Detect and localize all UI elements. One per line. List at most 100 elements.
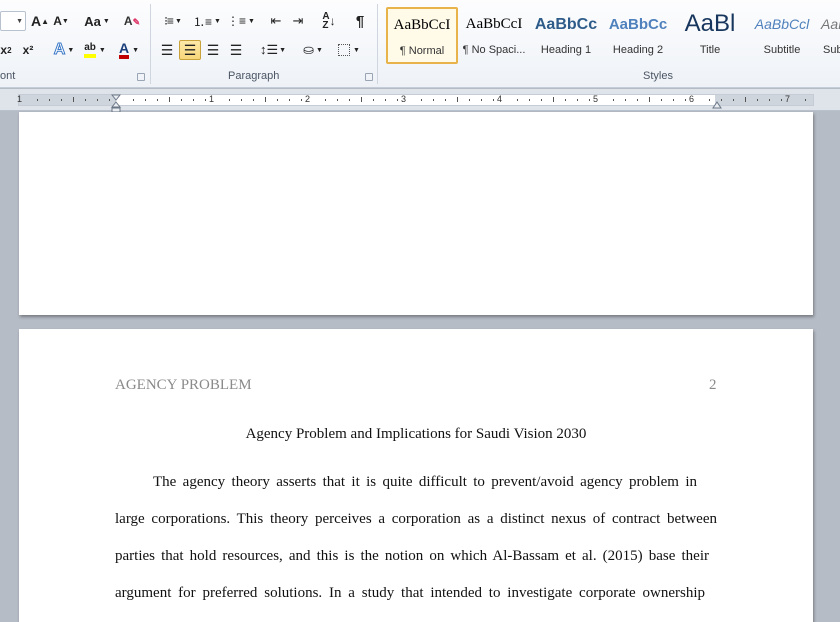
ribbon: ▼ A▲ A▼ Aa▼ A✎ x2 x² A ▼ ab ▼ A ▼ ont: [0, 0, 840, 88]
change-case-button[interactable]: Aa ▼: [82, 11, 112, 31]
ruler-tick: [85, 99, 86, 101]
text-effects-icon: A: [53, 41, 66, 59]
ruler-tick: [529, 99, 530, 101]
multilevel-list-button[interactable]: ⋮≡ ▼: [226, 11, 256, 31]
horizontal-ruler[interactable]: 1 1 2 3 4 5 6 7: [0, 89, 840, 113]
ruler-number: 1: [17, 94, 23, 104]
ruler-tick: [37, 99, 38, 101]
ruler-tick: [109, 99, 110, 101]
style-name: Subtitle: [763, 44, 801, 56]
ruler-tick: [265, 97, 266, 102]
ruler-tick: [157, 99, 158, 101]
document-page-1[interactable]: [19, 112, 813, 315]
ruler-tick: [493, 99, 494, 101]
ruler-tick: [781, 99, 782, 101]
style-name: ¶ No Spaci...: [462, 44, 526, 56]
ruler-track: 1 1 2 3 4 5 6 7: [17, 94, 814, 113]
ruler-number: 2: [305, 94, 311, 104]
align-right-button[interactable]: ☰: [203, 40, 223, 60]
justify-button[interactable]: ☰: [226, 40, 246, 60]
ruler-tick: [241, 99, 242, 101]
style-heading-2[interactable]: AaBbCc Heading 2: [602, 7, 674, 64]
ruler-tick: [325, 99, 326, 101]
bullets-button[interactable]: ⁝≡ ▼: [158, 11, 188, 31]
align-center-button[interactable]: ☰: [179, 40, 201, 60]
ruler-number: 4: [497, 94, 503, 104]
grow-font-button[interactable]: A ▲: [30, 11, 50, 31]
decrease-indent-button[interactable]: ⇤: [266, 11, 286, 31]
align-left-button[interactable]: ☰: [157, 40, 177, 60]
styles-gallery: AaBbCcI ¶ Normal AaBbCcI ¶ No Spaci... A…: [384, 7, 840, 67]
style-name: Heading 1: [540, 44, 592, 56]
line-spacing-button[interactable]: ↕☰ ▼: [258, 40, 288, 60]
style-name: Sub: [823, 44, 840, 56]
clear-formatting-button[interactable]: A✎: [122, 11, 142, 31]
paragraph-dialog-launcher[interactable]: [365, 73, 373, 81]
ruler-tick: [193, 99, 194, 101]
ruler-tick: [229, 99, 230, 101]
ruler-tick: [661, 99, 662, 101]
ruler-tick: [469, 99, 470, 101]
ruler-tick: [205, 99, 206, 101]
ruler-tick: [49, 99, 50, 101]
style-sample: AaBl: [684, 10, 736, 37]
borders-button[interactable]: ▼: [334, 40, 364, 60]
ruler-tick: [61, 99, 62, 101]
ruler-tick: [289, 99, 290, 101]
superscript-button[interactable]: x²: [18, 40, 38, 60]
ruler-tick: [805, 99, 806, 101]
ruler-tick: [373, 99, 374, 101]
ruler-tick: [301, 99, 302, 101]
multilevel-list-icon: ⋮≡: [227, 14, 247, 28]
paragraph-group-label: Paragraph: [228, 70, 280, 82]
ruler-tick: [421, 99, 422, 101]
decrease-indent-icon: ⇤: [270, 13, 282, 28]
style-name: ¶ Normal: [399, 45, 445, 57]
ruler-tick: [457, 97, 458, 102]
ruler-tick: [73, 97, 74, 102]
ruler-tick: [685, 99, 686, 101]
sort-button[interactable]: A Z ↓: [318, 11, 340, 31]
style-subtle-emphasis[interactable]: AaBbCcl Sub: [818, 7, 840, 64]
font-dialog-launcher[interactable]: [137, 73, 145, 81]
shrink-font-button[interactable]: A ▼: [52, 11, 70, 31]
ruler-tick: [553, 97, 554, 102]
ruler-tick: [625, 99, 626, 101]
style-subtitle[interactable]: AaBbCcl Subtitle: [746, 7, 818, 64]
show-formatting-button[interactable]: ¶: [350, 11, 370, 31]
group-separator: [150, 4, 151, 84]
style-no-spacing[interactable]: AaBbCcI ¶ No Spaci...: [458, 7, 530, 64]
font-color-button[interactable]: A ▼: [114, 40, 144, 60]
style-heading-1[interactable]: AaBbCc Heading 1: [530, 7, 602, 64]
shading-button[interactable]: ⛀ ▼: [298, 40, 328, 60]
align-center-icon: ☰: [183, 41, 197, 58]
ruler-tick: [757, 99, 758, 101]
group-separator: [377, 4, 378, 84]
style-normal[interactable]: AaBbCcI ¶ Normal: [386, 7, 458, 64]
ruler-tick: [349, 99, 350, 101]
align-left-icon: ☰: [160, 41, 174, 58]
increase-indent-button[interactable]: ⇥: [288, 11, 308, 31]
style-name: Heading 2: [612, 44, 664, 56]
page-number: 2: [709, 377, 717, 393]
sort-icon: AZ: [322, 11, 330, 31]
ruler-tick: [577, 99, 578, 101]
ruler-number: 5: [593, 94, 599, 104]
ruler-tick: [433, 99, 434, 101]
font-group-label: ont: [0, 70, 16, 82]
ruler-tick: [361, 97, 362, 102]
ruler-tick: [733, 99, 734, 101]
numbering-button[interactable]: ⒈≡ ▼: [192, 11, 222, 31]
subscript-button[interactable]: x2: [0, 40, 14, 60]
bullets-icon: ⁝≡: [164, 14, 174, 28]
justify-icon: ☰: [229, 41, 243, 58]
ruler-tick: [337, 99, 338, 101]
highlight-color-button[interactable]: ab ▼: [80, 40, 110, 60]
text-effects-button[interactable]: A ▼: [50, 40, 78, 60]
ruler-tick: [709, 99, 710, 101]
ruler-tick: [673, 99, 674, 101]
style-title[interactable]: AaBl Title: [674, 7, 746, 64]
document-page-2[interactable]: AGENCY PROBLEM 2 Agency Problem and Impl…: [19, 329, 813, 622]
ruler-tick: [565, 99, 566, 101]
font-size-dropdown[interactable]: ▼: [0, 11, 26, 31]
